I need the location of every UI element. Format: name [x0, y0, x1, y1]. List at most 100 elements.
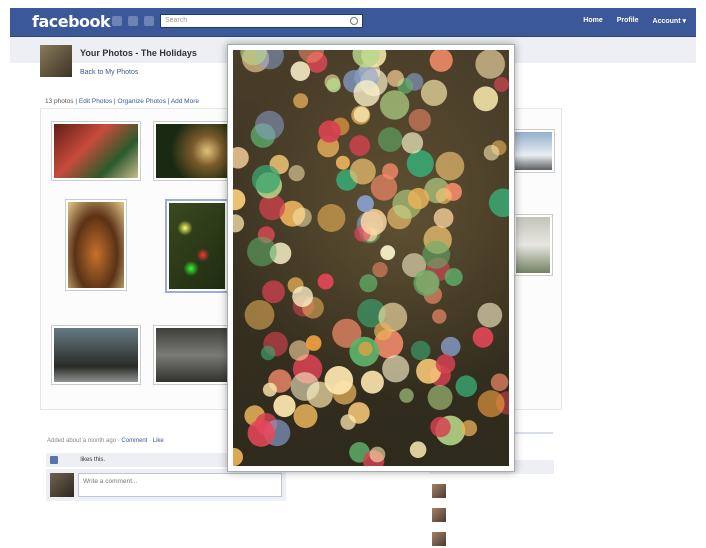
bokeh-light: [340, 414, 356, 430]
photo-thumbnail[interactable]: [513, 214, 553, 276]
bokeh-light: [255, 110, 284, 140]
bokeh-light: [244, 300, 275, 330]
nav-home[interactable]: Home: [583, 17, 602, 25]
bokeh-light: [292, 286, 313, 307]
bokeh-light: [406, 150, 434, 178]
bokeh-light: [387, 70, 404, 87]
bokeh-light: [356, 195, 374, 213]
avatar: [50, 473, 74, 497]
add-more-link[interactable]: Add More: [171, 98, 199, 105]
nav-profile[interactable]: Profile: [617, 17, 639, 25]
bokeh-light: [407, 187, 430, 210]
bokeh-light: [262, 382, 277, 397]
bokeh-light: [380, 245, 396, 261]
bokeh-light: [422, 240, 451, 269]
bokeh-light: [290, 61, 311, 81]
bokeh-light: [317, 204, 346, 232]
bokeh-light: [288, 165, 305, 182]
list-item[interactable]: [432, 532, 532, 548]
top-nav: Home Profile Account ▾: [583, 17, 686, 25]
search-placeholder: Search: [165, 17, 188, 24]
bokeh-light: [293, 404, 318, 429]
nav-account[interactable]: Account ▾: [653, 17, 686, 25]
notification-icons: [112, 16, 154, 26]
bokeh-light: [427, 385, 453, 410]
edit-photos-link[interactable]: Edit Photos: [79, 98, 112, 105]
list-item[interactable]: [432, 508, 532, 524]
back-to-photos-link[interactable]: Back to My Photos: [80, 69, 138, 76]
notifications-icon[interactable]: [144, 16, 154, 26]
bokeh-light: [430, 416, 451, 438]
list-item[interactable]: [432, 484, 532, 500]
bokeh-light: [233, 147, 249, 169]
search-icon[interactable]: [350, 17, 358, 25]
bokeh-light: [359, 274, 378, 293]
bokeh-light: [460, 420, 478, 437]
liker-name[interactable]: [62, 457, 79, 463]
bokeh-light: [475, 50, 505, 79]
bokeh-light: [420, 79, 448, 106]
bokeh-light: [349, 158, 376, 185]
bokeh-light: [251, 165, 281, 194]
album-title: Your Photos - The Holidays: [80, 48, 197, 58]
bokeh-light: [399, 388, 414, 403]
bokeh-light: [273, 394, 296, 418]
bokeh-light: [435, 188, 452, 204]
search-input[interactable]: Search: [160, 14, 363, 28]
bokeh-light: [372, 262, 388, 278]
bokeh-light: [409, 441, 427, 459]
album-actions: 13 photos | Edit Photos | Organize Photo…: [45, 98, 199, 105]
bokeh-light: [247, 419, 275, 447]
messages-icon[interactable]: [128, 16, 138, 26]
like-link[interactable]: Like: [153, 438, 164, 444]
photo-info: Added about a month ago · Comment · Like: [47, 438, 164, 444]
bokeh-light: [353, 80, 380, 107]
bokeh-light: [324, 366, 354, 395]
photo-thumbnail[interactable]: [51, 325, 141, 385]
enlarged-photo: [233, 50, 509, 466]
bokeh-light: [488, 188, 509, 218]
bokeh-light: [292, 207, 312, 227]
friend-requests-icon[interactable]: [112, 16, 122, 26]
photo-thumbnail[interactable]: [153, 121, 231, 181]
organize-photos-link[interactable]: Organize Photos: [117, 98, 165, 105]
photo-thumbnail[interactable]: [153, 325, 231, 385]
comment-box: Write a comment...: [46, 469, 286, 501]
bokeh-light: [305, 335, 322, 351]
bokeh-light: [360, 370, 384, 394]
bokeh-light: [335, 155, 350, 170]
photo-thumbnail[interactable]: [511, 129, 555, 173]
bokeh-light: [233, 448, 243, 466]
bokeh-light: [262, 280, 285, 304]
bokeh-light: [290, 372, 320, 401]
bokeh-light: [401, 132, 424, 154]
bokeh-light: [429, 50, 453, 72]
bokeh-light: [374, 322, 392, 341]
profile-picture[interactable]: [40, 45, 72, 77]
photo-thumbnail[interactable]: [65, 199, 127, 291]
bokeh-light: [233, 189, 246, 211]
bokeh-light: [455, 375, 478, 398]
bokeh-lights-image: [233, 50, 509, 466]
bokeh-light: [358, 341, 373, 356]
bokeh-light: [382, 355, 410, 383]
avatar: [432, 508, 446, 522]
bokeh-light: [382, 163, 399, 180]
photo-thumbnail[interactable]: [165, 199, 229, 293]
comment-link[interactable]: Comment: [121, 438, 147, 444]
bokeh-light: [247, 236, 277, 267]
bokeh-light: [360, 208, 387, 236]
comment-input[interactable]: Write a comment...: [78, 473, 282, 497]
bokeh-light: [293, 93, 309, 109]
avatar: [432, 532, 446, 546]
top-navigation-bar: facebook Search Home Profile Account ▾: [10, 8, 696, 37]
bokeh-light: [493, 77, 509, 92]
photo-preview-overlay[interactable]: [227, 44, 515, 472]
bokeh-light: [477, 390, 505, 418]
bokeh-light: [408, 108, 431, 132]
bokeh-light: [369, 446, 386, 463]
facebook-logo[interactable]: facebook: [32, 12, 111, 31]
bokeh-light: [317, 273, 334, 290]
photo-thumbnail[interactable]: [51, 121, 141, 181]
bokeh-light: [233, 214, 245, 233]
